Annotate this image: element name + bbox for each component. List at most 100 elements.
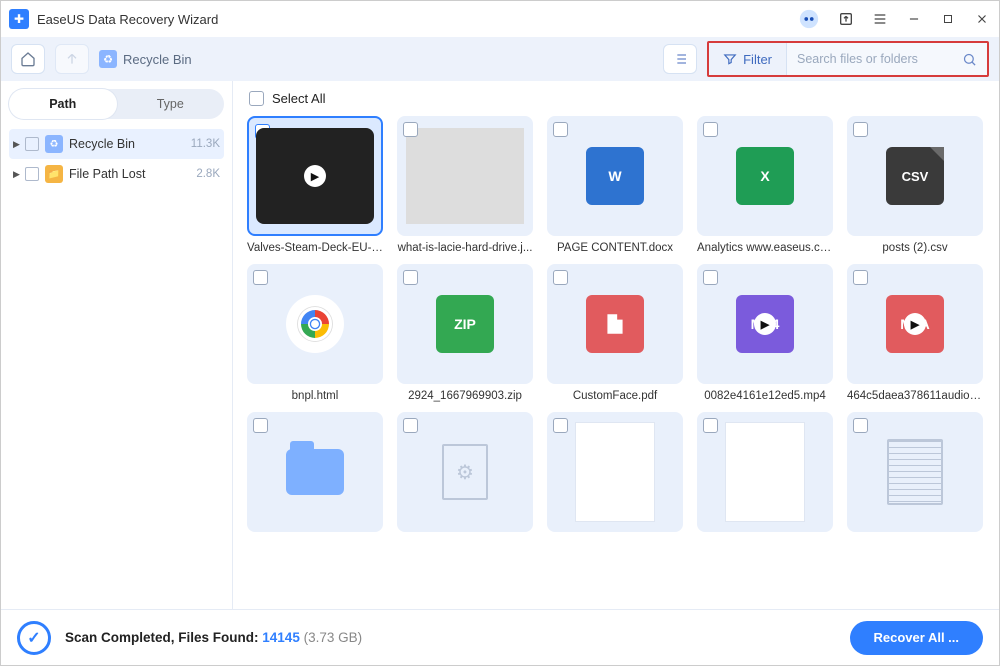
file-name: 0082e4161e12ed5.mp4 — [697, 390, 833, 402]
minimize-button[interactable] — [905, 10, 923, 28]
file-thumbnail[interactable]: ⚙ — [397, 412, 533, 532]
tab-type[interactable]: Type — [117, 89, 225, 119]
file-checkbox[interactable] — [853, 418, 868, 433]
file-card[interactable]: CSV posts (2).csv — [847, 116, 983, 254]
search-input[interactable] — [797, 52, 956, 66]
check-icon: ✓ — [17, 621, 51, 655]
file-thumbnail[interactable] — [697, 412, 833, 532]
tree-item-label: File Path Lost — [69, 167, 145, 181]
file-card[interactable]: W PAGE CONTENT.docx — [547, 116, 683, 254]
tree-item-count: 11.3K — [191, 138, 220, 150]
file-grid: Valves-Steam-Deck-EU-Pl... what-is-lacie-… — [247, 116, 985, 538]
search-icon[interactable] — [962, 52, 977, 67]
title-bar: ✚ EaseUS Data Recovery Wizard — [1, 1, 999, 37]
file-card[interactable]: X Analytics www.easeus.co... — [697, 116, 833, 254]
file-thumbnail[interactable]: W — [547, 116, 683, 236]
folder-lost-icon: 📁 — [45, 165, 63, 183]
file-checkbox[interactable] — [553, 270, 568, 285]
recycle-bin-icon: ♻ — [99, 50, 117, 68]
file-thumbnail[interactable]: M4A▶ — [847, 264, 983, 384]
checkbox[interactable] — [25, 167, 39, 181]
location-label: Recycle Bin — [123, 52, 192, 67]
file-checkbox[interactable] — [553, 122, 568, 137]
recycle-bin-icon: ♻ — [45, 135, 63, 153]
file-checkbox[interactable] — [853, 270, 868, 285]
tree-item-label: Recycle Bin — [69, 137, 135, 151]
recover-all-button[interactable]: Recover All ... — [850, 621, 984, 655]
file-thumbnail[interactable] — [247, 412, 383, 532]
file-name: bnpl.html — [247, 390, 383, 402]
file-card[interactable]: ZIP 2924_1667969903.zip — [397, 264, 533, 402]
assistant-icon[interactable] — [797, 7, 821, 31]
file-card[interactable]: MP4▶ 0082e4161e12ed5.mp4 — [697, 264, 833, 402]
file-card[interactable] — [697, 412, 833, 538]
status-bar: ✓ Scan Completed, Files Found: 14145 (3.… — [1, 609, 999, 665]
file-card[interactable]: ⚙ — [397, 412, 533, 538]
file-checkbox[interactable] — [703, 122, 718, 137]
content-area: Select All Valves-Steam-Deck-EU-Pl... wha… — [233, 81, 999, 609]
home-button[interactable] — [11, 44, 45, 74]
breadcrumb[interactable]: ♻ Recycle Bin — [99, 50, 192, 68]
checkbox[interactable] — [25, 137, 39, 151]
file-name: Analytics www.easeus.co... — [697, 242, 833, 254]
file-card[interactable]: M4A▶ 464c5daea378611audiop... — [847, 264, 983, 402]
tab-path[interactable]: Path — [9, 89, 117, 119]
file-card[interactable] — [247, 412, 383, 538]
menu-icon[interactable] — [871, 10, 889, 28]
file-thumbnail[interactable] — [847, 412, 983, 532]
file-thumbnail[interactable] — [247, 264, 383, 384]
status-text: Scan Completed, Files Found: 14145 (3.73… — [65, 630, 362, 645]
file-card[interactable] — [847, 412, 983, 538]
caret-icon[interactable]: ▶ — [13, 139, 23, 150]
file-checkbox[interactable] — [403, 270, 418, 285]
file-checkbox[interactable] — [703, 270, 718, 285]
app-title: EaseUS Data Recovery Wizard — [37, 12, 218, 27]
file-name: 2924_1667969903.zip — [397, 390, 533, 402]
file-card[interactable] — [547, 412, 683, 538]
select-all-checkbox[interactable] — [249, 91, 264, 106]
file-card[interactable]: Valves-Steam-Deck-EU-Pl... — [247, 116, 383, 254]
file-thumbnail[interactable]: CSV — [847, 116, 983, 236]
select-all-row[interactable]: Select All — [249, 91, 985, 106]
share-icon[interactable] — [837, 10, 855, 28]
close-button[interactable] — [973, 10, 991, 28]
file-thumbnail[interactable]: MP4▶ — [697, 264, 833, 384]
file-thumbnail[interactable]: X — [697, 116, 833, 236]
tree-item-recycle-bin[interactable]: ▶ ♻ Recycle Bin 11.3K — [9, 129, 224, 159]
file-checkbox[interactable] — [553, 418, 568, 433]
filter-button[interactable]: Filter — [709, 43, 787, 75]
file-thumbnail[interactable] — [547, 264, 683, 384]
file-thumbnail[interactable] — [547, 412, 683, 532]
file-thumbnail[interactable] — [247, 116, 383, 236]
sidebar: Path Type ▶ ♻ Recycle Bin 11.3K ▶ 📁 File… — [1, 81, 233, 609]
tree-item-count: 2.8K — [196, 168, 220, 180]
file-thumbnail[interactable]: ZIP — [397, 264, 533, 384]
file-thumbnail[interactable] — [397, 116, 533, 236]
view-toggle-button[interactable] — [663, 44, 697, 74]
toolbar: ♻ Recycle Bin Filter — [1, 37, 999, 81]
file-name: posts (2).csv — [847, 242, 983, 254]
file-checkbox[interactable] — [853, 122, 868, 137]
file-checkbox[interactable] — [253, 270, 268, 285]
file-checkbox[interactable] — [703, 418, 718, 433]
file-card[interactable]: CustomFace.pdf — [547, 264, 683, 402]
up-button[interactable] — [55, 44, 89, 74]
status-label: Scan Completed, Files Found: — [65, 630, 262, 645]
file-checkbox[interactable] — [403, 122, 418, 137]
caret-icon[interactable]: ▶ — [13, 169, 23, 180]
app-logo-icon: ✚ — [9, 9, 29, 29]
file-card[interactable]: bnpl.html — [247, 264, 383, 402]
file-name: 464c5daea378611audiop... — [847, 390, 983, 402]
maximize-button[interactable] — [939, 10, 957, 28]
file-checkbox[interactable] — [403, 418, 418, 433]
status-count: 14145 — [262, 630, 300, 645]
tree-item-file-path-lost[interactable]: ▶ 📁 File Path Lost 2.8K — [9, 159, 224, 189]
file-name: what-is-lacie-hard-drive.j... — [397, 242, 533, 254]
file-checkbox[interactable] — [253, 418, 268, 433]
select-all-label: Select All — [272, 91, 325, 106]
filter-label: Filter — [743, 52, 772, 67]
search-box[interactable] — [787, 43, 987, 75]
sidebar-tabs: Path Type — [9, 89, 224, 119]
file-card[interactable]: what-is-lacie-hard-drive.j... — [397, 116, 533, 254]
file-name: PAGE CONTENT.docx — [547, 242, 683, 254]
